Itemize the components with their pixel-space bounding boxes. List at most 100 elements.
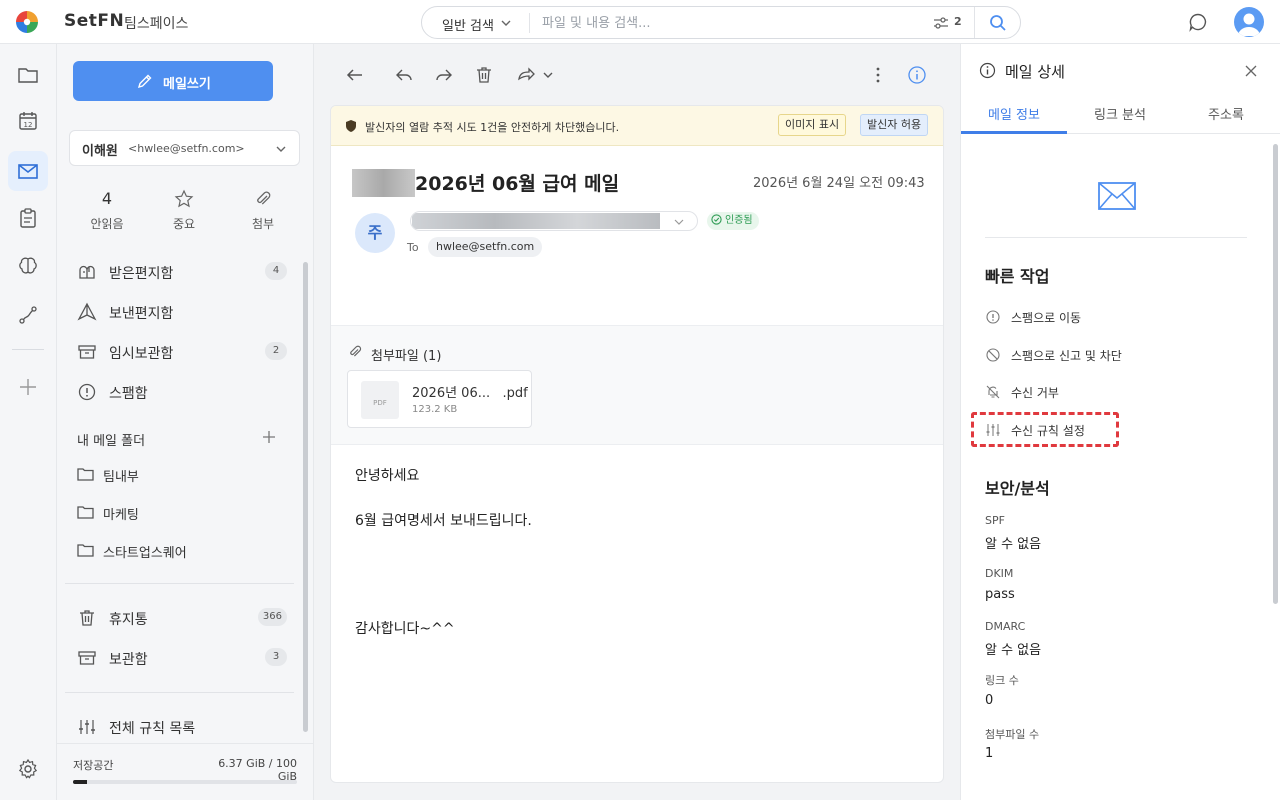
show-images-button[interactable]: 이미지 표시 [778, 114, 847, 136]
tracking-block-banner: 발신자의 열람 추적 시도 1건을 안전하게 차단했습니다. 이미지 표시 발신… [331, 106, 943, 146]
compose-label: 메일쓰기 [163, 77, 211, 92]
security-key: DMARC [985, 620, 1026, 633]
envelope-icon [1097, 180, 1137, 212]
tab-link-analysis[interactable]: 링크 분석 [1067, 104, 1173, 134]
calendar-icon[interactable]: 12 [17, 110, 39, 132]
starred-label: 중요 [172, 217, 196, 231]
chevron-down-icon[interactable] [500, 17, 512, 29]
brain-icon[interactable] [17, 255, 39, 277]
info-icon[interactable] [907, 65, 927, 85]
sender-address-dropdown[interactable] [410, 211, 698, 231]
allow-sender-button[interactable]: 발신자 허용 [860, 114, 929, 136]
mail-card: 발신자의 열람 추적 시도 1건을 안전하게 차단했습니다. 이미지 표시 발신… [330, 105, 944, 783]
chat-icon[interactable] [1188, 12, 1208, 32]
security-value: pass [985, 587, 1015, 602]
account-selector[interactable]: 이해원 <hwlee@setfn.com> [69, 130, 300, 166]
top-bar: SetFN 팀스페이스 일반 검색 2 [0, 0, 1280, 44]
body-line: 6월 급여명세서 보내드립니다. [355, 513, 532, 529]
mail-icon[interactable] [17, 160, 39, 182]
security-value: 알 수 없음 [985, 537, 1042, 552]
report-spam-block-action[interactable]: 스팸으로 신고 및 차단 [985, 344, 1185, 366]
unsubscribe-action[interactable]: 수신 거부 [985, 381, 1185, 403]
gear-icon[interactable] [17, 758, 39, 780]
app-logo-icon[interactable] [16, 11, 38, 33]
user-avatar[interactable] [1234, 7, 1264, 37]
compose-button[interactable]: 메일쓰기 [73, 61, 273, 101]
divider [529, 13, 530, 33]
reply-icon[interactable] [394, 65, 414, 85]
folder-icon[interactable] [17, 64, 39, 86]
to-label: To [407, 241, 419, 254]
count-badge: 3 [265, 648, 287, 666]
share-menu-icon[interactable] [516, 65, 556, 85]
forward-icon[interactable] [434, 65, 454, 85]
clipboard-icon[interactable] [17, 207, 39, 229]
folder-item[interactable]: 스타트업스퀘어 [77, 540, 277, 562]
attachment-card[interactable]: PDF 2026년 06... .pdf 123.2 KB [347, 370, 532, 428]
starred-filter[interactable]: 중요 [154, 189, 214, 232]
nav-spam[interactable]: 스팸함 [77, 380, 287, 404]
attachments-title: 첨부파일 (1) [371, 349, 442, 364]
redacted-sender [412, 213, 660, 229]
close-icon[interactable] [1244, 64, 1258, 78]
nav-inbox[interactable]: 받은편지함 4 [77, 260, 287, 284]
move-to-spam-action[interactable]: 스팸으로 이동 [985, 306, 1185, 328]
folder-item[interactable]: 마케팅 [77, 502, 277, 524]
nav-drafts[interactable]: 임시보관함 2 [77, 340, 287, 364]
spam-icon [77, 382, 97, 402]
plus-icon[interactable] [262, 430, 276, 444]
alert-circle-icon [985, 309, 1001, 325]
trash-icon[interactable] [474, 65, 494, 85]
shield-icon [345, 119, 357, 133]
sender-avatar[interactable]: 주 [355, 213, 395, 253]
send-icon [77, 302, 97, 322]
svg-text:12: 12 [24, 121, 33, 129]
archive-icon [77, 648, 97, 668]
workspace-name[interactable]: 팀스페이스 [124, 13, 188, 33]
panel-scrollbar[interactable] [1273, 144, 1278, 604]
folder-icon [77, 542, 94, 558]
security-key: 링크 수 [985, 674, 1019, 687]
sidebar-scrollbar[interactable] [303, 262, 308, 732]
attachment-name: 2026년 06... .pdf [412, 386, 528, 401]
search-type-select[interactable]: 일반 검색 [442, 15, 494, 34]
attachment-label: 첨부 [251, 217, 275, 231]
route-icon[interactable] [17, 304, 39, 326]
unread-filter[interactable]: 4 안읽음 [77, 189, 137, 232]
action-label: 수신 거부 [1011, 386, 1059, 400]
verified-label: 인증됨 [725, 215, 753, 226]
folder-icon [77, 466, 94, 482]
recipient-chip[interactable]: hwlee@setfn.com [428, 237, 543, 257]
folder-label: 마케팅 [103, 508, 139, 523]
active-tab-indicator [961, 131, 1067, 134]
count-badge: 2 [265, 342, 287, 360]
plus-icon[interactable] [17, 376, 39, 398]
nav-all-rules[interactable]: 전체 규칙 목록 [77, 715, 287, 739]
tab-contacts[interactable]: 주소록 [1173, 104, 1279, 134]
security-value: 알 수 없음 [985, 643, 1042, 658]
folder-item[interactable]: 팀내부 [77, 464, 277, 486]
body-line: 감사합니다~^^ [355, 621, 455, 637]
file-type-label: PDF [373, 399, 387, 407]
search-input[interactable] [542, 13, 922, 33]
search-button[interactable] [974, 7, 1021, 38]
paperclip-icon [233, 189, 293, 211]
storage-label: 저장공간 [73, 759, 114, 772]
count-badge: 4 [265, 262, 287, 280]
filter-sliders-icon[interactable] [933, 16, 949, 30]
nav-label: 보관함 [109, 652, 148, 668]
attachment-filter[interactable]: 첨부 [233, 189, 293, 232]
security-key: DKIM [985, 567, 1014, 580]
unread-label: 안읽음 [90, 217, 124, 231]
mail-view: 발신자의 열람 추적 시도 1건을 안전하게 차단했습니다. 이미지 표시 발신… [315, 44, 960, 800]
tab-mail-info[interactable]: 메일 정보 [961, 104, 1067, 134]
highlight-box [971, 412, 1119, 447]
security-value: 0 [985, 693, 994, 708]
back-arrow-icon[interactable] [345, 65, 365, 85]
filter-count-badge: 2 [954, 15, 962, 28]
nav-label: 임시보관함 [109, 346, 174, 362]
nav-trash[interactable]: 휴지통 366 [77, 606, 287, 630]
more-vertical-icon[interactable] [873, 65, 883, 85]
nav-archive[interactable]: 보관함 3 [77, 646, 287, 670]
nav-sent[interactable]: 보낸편지함 [77, 300, 287, 324]
